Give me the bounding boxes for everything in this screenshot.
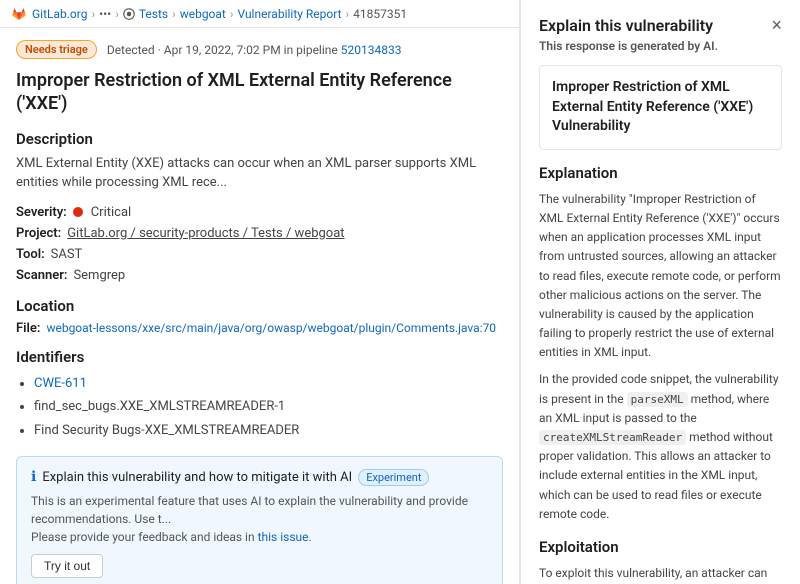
exploitation-text: To exploit this vulnerability, an attack… (539, 564, 782, 584)
explanation-title: Explanation (539, 164, 782, 182)
explanation-paragraph-2: In the provided code snippet, the vulner… (539, 370, 782, 524)
nav-webgoat[interactable]: webgoat (180, 7, 226, 21)
list-item: Find Security Bugs-XXE_XMLSTREAMREADER (34, 419, 503, 442)
scanner-row: Scanner: Semgrep (16, 268, 503, 283)
info-icon: ℹ (31, 469, 36, 485)
project-link[interactable]: GitLab.org / security-products / Tests /… (67, 226, 344, 241)
explanation-paragraph-1: The vulnerability "Improper Restriction … (539, 190, 782, 363)
exploitation-section: Exploitation To exploit this vulnerabili… (539, 538, 782, 584)
nav-issue-id: 41857351 (353, 7, 407, 21)
list-item: CWE-611 (34, 372, 503, 395)
pipeline-icon (123, 8, 135, 20)
nav-more: ••• (99, 7, 111, 21)
pipeline-link[interactable]: 520134833 (341, 43, 402, 57)
list-item: find_sec_bugs.XXE_XMLSTREAMREADER-1 (34, 395, 503, 418)
identifiers-list: CWE-611 find_sec_bugs.XXE_XMLSTREAMREADE… (34, 372, 503, 442)
left-panel: GitLab.org › ••• › Tests › webgoat › Vul… (0, 0, 520, 584)
detected-text: Detected · Apr 19, 2022, 7:02 PM in pipe… (107, 43, 402, 57)
severity-dot (73, 207, 83, 217)
severity-row: Severity: Critical (16, 205, 503, 220)
description-text: XML External Entity (XXE) attacks can oc… (16, 154, 503, 193)
ai-box-description: This is an experimental feature that use… (31, 492, 488, 546)
breadcrumb: GitLab.org › ••• › Tests › webgoat › Vul… (0, 0, 519, 28)
needs-triage-badge: Needs triage (16, 40, 97, 59)
right-panel-header: Explain this vulnerability × (539, 16, 782, 35)
vuln-title: Improper Restriction of XML External Ent… (16, 69, 503, 116)
right-panel: Explain this vulnerability × This respon… (520, 0, 800, 584)
experiment-badge: Experiment (358, 469, 429, 486)
ai-generated-subtitle: This response is generated by AI. (539, 39, 782, 53)
description-title: Description (16, 130, 503, 148)
gitlab-logo (12, 6, 28, 21)
badge-row: Needs triage Detected · Apr 19, 2022, 7:… (16, 40, 503, 59)
nav-gitlab[interactable]: GitLab.org (32, 7, 87, 21)
location-section: Location File: webgoat-lessons/xxe/src/m… (16, 297, 503, 336)
project-row: Project: GitLab.org / security-products … (16, 226, 503, 241)
ai-vuln-heading: Improper Restriction of XML External Ent… (552, 78, 769, 137)
exploitation-title: Exploitation (539, 538, 782, 556)
nav-tests[interactable]: Tests (139, 7, 168, 21)
tool-row: Tool: SAST (16, 247, 503, 262)
ai-issue-link[interactable]: this issue (258, 530, 309, 544)
file-link[interactable]: webgoat-lessons/xxe/src/main/java/org/ow… (46, 321, 496, 335)
explanation-section: Explanation The vulnerability "Improper … (539, 164, 782, 524)
ai-box-title-text: Explain this vulnerability and how to mi… (42, 470, 352, 485)
try-it-out-button[interactable]: Try it out (31, 554, 103, 578)
close-button[interactable]: × (771, 16, 782, 34)
ai-vuln-title-box: Improper Restriction of XML External Ent… (539, 65, 782, 150)
ai-explain-box: ℹ Explain this vulnerability and how to … (16, 456, 503, 584)
identifiers-section: Identifiers CWE-611 find_sec_bugs.XXE_XM… (16, 348, 503, 442)
code-inline-2: createXMLStreamReader (539, 430, 686, 445)
code-inline-1: parseXML (627, 392, 688, 407)
cwe-link[interactable]: CWE-611 (34, 376, 87, 391)
nav-vuln-report[interactable]: Vulnerability Report (237, 7, 341, 21)
right-panel-title: Explain this vulnerability (539, 16, 713, 35)
